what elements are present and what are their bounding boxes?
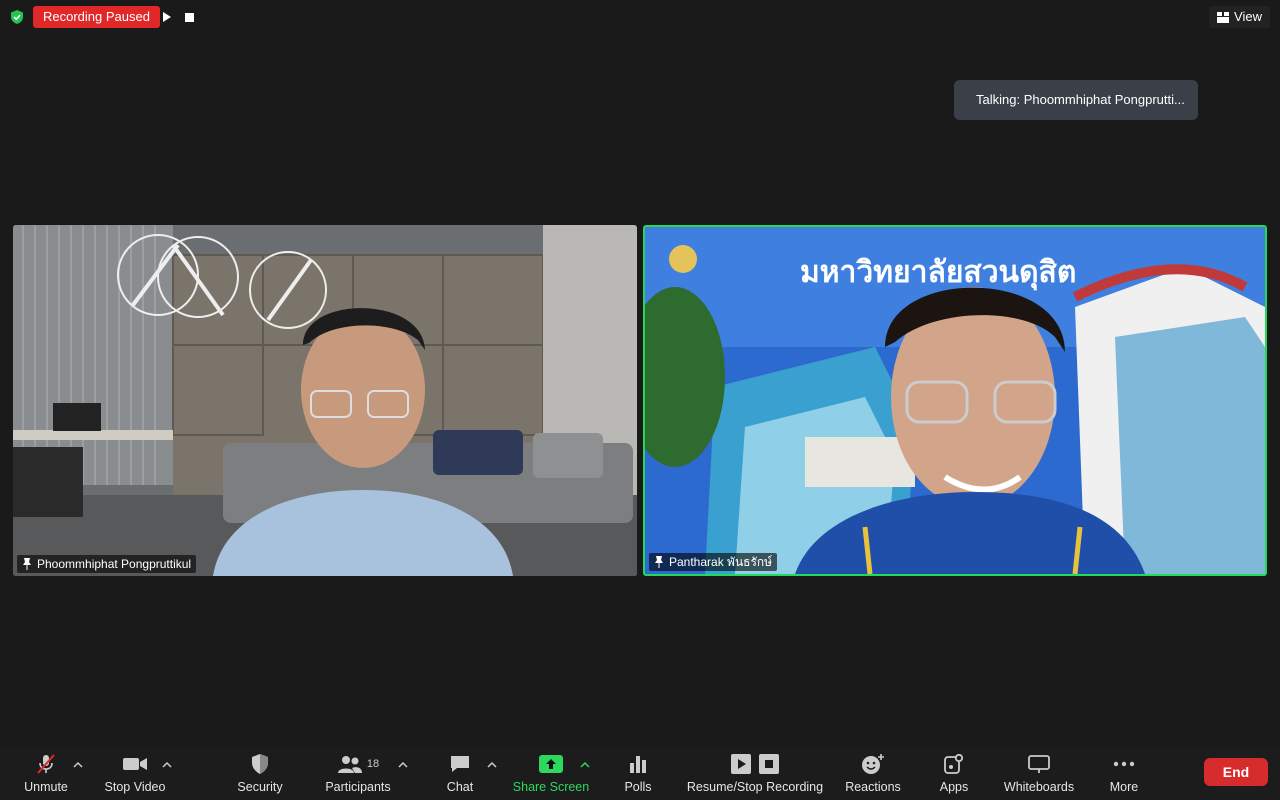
- chat-options-caret-icon[interactable]: [486, 760, 498, 770]
- stop-recording-icon: [759, 754, 779, 774]
- resume-stop-recording-label: Resume/Stop Recording: [686, 780, 824, 794]
- view-button[interactable]: View: [1209, 6, 1270, 28]
- resume-recording-button[interactable]: [156, 6, 178, 28]
- reactions-label: Reactions: [845, 780, 901, 794]
- participants-label: Participants: [325, 780, 391, 794]
- stop-recording-button[interactable]: [178, 6, 200, 28]
- meeting-toolbar: Unmute Stop Video Security 18 Participan…: [0, 746, 1280, 800]
- recording-status-badge: Recording Paused: [33, 6, 160, 28]
- participant-video-1: [13, 225, 637, 576]
- video-tile-1[interactable]: Phoommhiphat Pongpruttikul: [13, 225, 637, 576]
- muted-microphone-icon: [37, 754, 55, 774]
- chat-label: Chat: [446, 780, 474, 794]
- participants-button[interactable]: 18 Participants: [320, 746, 396, 800]
- shield-icon: [252, 754, 268, 774]
- stop-video-label: Stop Video: [104, 780, 166, 794]
- apps-button[interactable]: Apps: [934, 746, 974, 800]
- unmute-label: Unmute: [24, 780, 68, 794]
- participants-options-caret-icon[interactable]: [397, 760, 409, 770]
- end-meeting-button[interactable]: End: [1204, 758, 1268, 786]
- polls-label: Polls: [624, 780, 652, 794]
- participant-name: Pantharak พันธรักษ์: [669, 555, 773, 569]
- reactions-button[interactable]: Reactions: [842, 746, 904, 800]
- participant-name: Phoommhiphat Pongpruttikul: [37, 557, 192, 571]
- reactions-smiley-icon: [862, 754, 884, 774]
- pin-icon: [655, 556, 663, 568]
- more-button[interactable]: More: [1104, 746, 1144, 800]
- whiteboards-button[interactable]: Whiteboards: [998, 746, 1080, 800]
- apps-label: Apps: [939, 780, 969, 794]
- whiteboard-icon: [1028, 755, 1050, 773]
- share-screen-icon: [539, 755, 563, 773]
- participants-icon: [337, 756, 362, 773]
- more-label: More: [1109, 780, 1139, 794]
- share-screen-button[interactable]: Share Screen: [508, 746, 594, 800]
- chat-bubble-icon: [451, 756, 469, 772]
- security-shield-icon: [11, 10, 23, 24]
- video-camera-icon: [123, 758, 147, 770]
- participants-count: 18: [366, 758, 380, 770]
- participant-name-tag: Phoommhiphat Pongpruttikul: [17, 555, 197, 573]
- top-bar: Recording Paused View: [0, 0, 1280, 36]
- share-screen-label: Share Screen: [512, 780, 590, 794]
- polls-bar-chart-icon: [630, 756, 646, 773]
- whiteboards-label: Whiteboards: [1003, 780, 1075, 794]
- stop-icon: [184, 12, 194, 22]
- audio-options-caret-icon[interactable]: [72, 760, 84, 770]
- stop-video-button[interactable]: Stop Video: [100, 746, 170, 800]
- resume-recording-icon: [731, 754, 751, 774]
- university-banner-text: มหาวิทยาลัยสวนดุสิต: [800, 256, 1076, 291]
- security-button[interactable]: Security: [230, 746, 290, 800]
- participant-name-tag: Pantharak พันธรักษ์: [649, 553, 778, 571]
- resume-stop-recording-button[interactable]: Resume/Stop Recording: [684, 746, 826, 800]
- video-tile-2-active-speaker[interactable]: มหาวิทยาลัยสวนดุสิต Pantharak พันธรักษ์: [643, 225, 1267, 576]
- talking-indicator: Talking: Phoommhiphat Pongprutti...: [954, 80, 1198, 120]
- grid-view-icon: [1217, 11, 1230, 23]
- more-dots-icon: [1113, 761, 1135, 767]
- participant-video-2: มหาวิทยาลัยสวนดุสิต: [645, 227, 1265, 574]
- video-options-caret-icon[interactable]: [161, 760, 173, 770]
- security-label: Security: [237, 780, 283, 794]
- view-label: View: [1234, 9, 1262, 24]
- polls-button[interactable]: Polls: [618, 746, 658, 800]
- unmute-button[interactable]: Unmute: [18, 746, 74, 800]
- share-options-caret-icon[interactable]: [579, 760, 591, 770]
- pin-icon: [23, 558, 31, 570]
- play-icon: [163, 12, 171, 22]
- chat-button[interactable]: Chat: [440, 746, 480, 800]
- apps-icon: [944, 754, 964, 774]
